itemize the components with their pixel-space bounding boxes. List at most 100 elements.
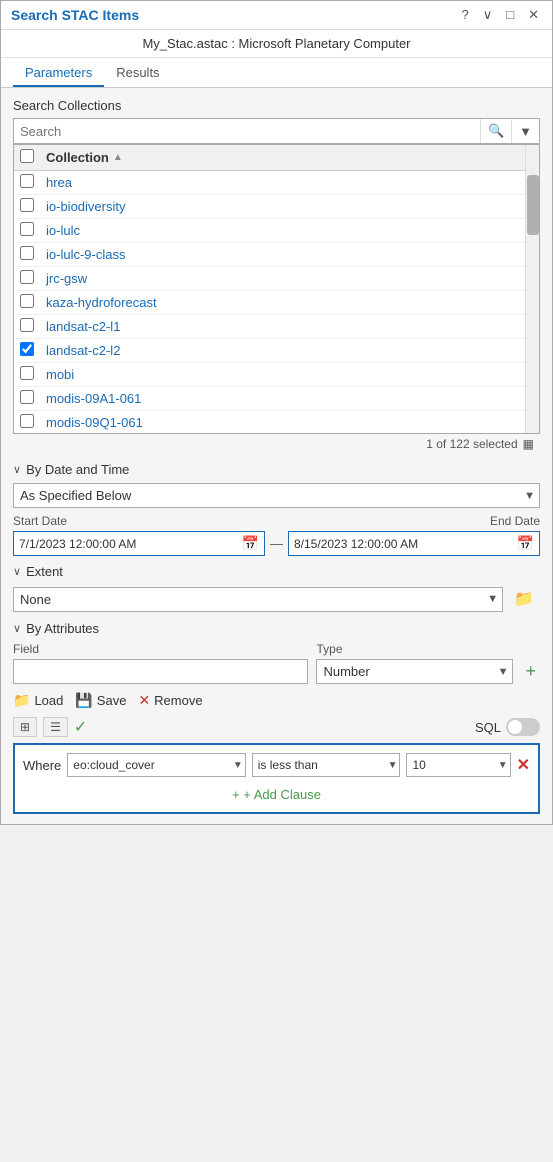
collection-row[interactable]: landsat-c2-l1	[14, 315, 539, 339]
type-group: Type Number String Date ▼	[316, 642, 513, 684]
date-type-row: As Specified Below All Dates Custom ▼	[13, 483, 540, 508]
by-date-section: ∨ By Date and Time As Specified Below Al…	[13, 462, 540, 556]
grid-icon[interactable]: ▦	[523, 437, 534, 451]
end-date-input-wrap: 📅	[288, 531, 540, 556]
sql-toggle-switch[interactable]	[506, 718, 540, 736]
start-date-label: Start Date	[13, 514, 264, 528]
remove-button[interactable]: ✕ Remove	[138, 692, 202, 709]
end-date-label: End Date	[289, 514, 540, 528]
add-attribute-button[interactable]: +	[521, 661, 540, 682]
by-attributes-section: ∨ By Attributes Field Type Number String…	[13, 621, 540, 814]
value-dropdown[interactable]: 10	[406, 753, 510, 777]
field-input[interactable]	[13, 659, 308, 684]
end-date-input[interactable]	[289, 533, 512, 555]
type-label: Type	[316, 642, 513, 656]
collection-column-header[interactable]: Collection ▲	[46, 150, 533, 165]
extent-chevron-icon: ∨	[13, 565, 21, 578]
selected-count-row: 1 of 122 selected ▦	[13, 434, 540, 454]
query-box: Where eo:cloud_cover ▼ is less than is g…	[13, 743, 540, 814]
search-input[interactable]	[14, 120, 480, 143]
where-label: Where	[23, 758, 61, 773]
query-table-icon[interactable]: ⊞	[13, 717, 37, 737]
start-date-calendar-icon[interactable]: 📅	[237, 532, 264, 555]
date-labels-row: Start Date End Date	[13, 514, 540, 528]
window-controls: ? ∨ □ ✕	[458, 7, 542, 23]
collection-checkbox-modis-09a1[interactable]	[20, 390, 34, 404]
extent-dropdown-wrapper: None Current Extent Draw Extent ▼	[13, 587, 503, 612]
collection-checkbox-landsat-c2-l2[interactable]	[20, 342, 34, 356]
collection-checkbox-io-biodiversity[interactable]	[20, 198, 34, 212]
scrollbar[interactable]	[525, 145, 539, 433]
collection-checkbox-jrc-gsw[interactable]	[20, 270, 34, 284]
remove-x-icon: ✕	[138, 692, 150, 709]
tabs-bar: Parameters Results	[1, 58, 552, 88]
main-window: Search STAC Items ? ∨ □ ✕ My_Stac.astac …	[0, 0, 553, 825]
sort-arrow-icon: ▲	[113, 152, 123, 163]
collection-header: Collection ▲	[14, 145, 539, 171]
operator-dropdown[interactable]: is less than is greater than equals	[252, 753, 401, 777]
save-button[interactable]: 💾 Save	[75, 692, 126, 709]
add-clause-icon: +	[232, 787, 240, 802]
help-button[interactable]: ?	[458, 7, 471, 23]
extent-header[interactable]: ∨ Extent	[13, 564, 540, 579]
tab-parameters[interactable]: Parameters	[13, 58, 104, 87]
subtitle: My_Stac.astac : Microsoft Planetary Comp…	[1, 30, 552, 58]
field-group: Field	[13, 642, 308, 684]
query-toolbar: ⊞ ☰ ✓ SQL	[13, 717, 540, 737]
value-dropdown-wrap: 10 ▼	[406, 753, 510, 777]
maximize-button[interactable]: □	[503, 7, 517, 23]
collection-checkbox-kaza-hydroforecast[interactable]	[20, 294, 34, 308]
dropdown-arrow-icon[interactable]: ▼	[511, 120, 539, 143]
field-dropdown[interactable]: eo:cloud_cover	[67, 753, 245, 777]
close-button[interactable]: ✕	[525, 7, 542, 23]
collection-row[interactable]: landsat-c2-l2	[14, 339, 539, 363]
extent-folder-icon[interactable]: 📁	[508, 585, 540, 613]
end-date-calendar-icon[interactable]: 📅	[512, 532, 539, 555]
extent-dropdown[interactable]: None Current Extent Draw Extent	[13, 587, 503, 612]
load-button[interactable]: 📁 Load	[13, 692, 63, 709]
collection-checkbox-hrea[interactable]	[20, 174, 34, 188]
collection-checkbox-mobi[interactable]	[20, 366, 34, 380]
selected-count-text: 1 of 122 selected	[426, 437, 517, 451]
field-label: Field	[13, 642, 308, 656]
load-folder-icon: 📁	[13, 692, 30, 709]
collection-checkbox-io-lulc[interactable]	[20, 222, 34, 236]
collection-row[interactable]: mobi	[14, 363, 539, 387]
by-date-header[interactable]: ∨ By Date and Time	[13, 462, 540, 477]
date-type-dropdown[interactable]: As Specified Below All Dates Custom	[13, 483, 540, 508]
select-all-checkbox[interactable]	[20, 149, 34, 163]
toggle-knob	[508, 720, 522, 734]
type-dropdown[interactable]: Number String Date	[316, 659, 513, 684]
where-clause-row: Where eo:cloud_cover ▼ is less than is g…	[23, 753, 530, 777]
search-icon[interactable]: 🔍	[480, 119, 511, 143]
add-clause-row[interactable]: + + Add Clause	[23, 783, 530, 804]
minimize-button[interactable]: ∨	[480, 7, 496, 23]
field-type-row: Field Type Number String Date ▼ +	[13, 642, 540, 684]
collection-row[interactable]: jrc-gsw	[14, 267, 539, 291]
start-date-input-wrap: 📅	[13, 531, 265, 556]
collection-row[interactable]: kaza-hydroforecast	[14, 291, 539, 315]
collection-checkbox-io-lulc-9-class[interactable]	[20, 246, 34, 260]
collection-checkbox-landsat-c2-l1[interactable]	[20, 318, 34, 332]
collection-row[interactable]: modis-09A1-061	[14, 387, 539, 411]
date-inputs-row: 📅 — 📅	[13, 531, 540, 556]
query-list-icon[interactable]: ☰	[43, 717, 68, 737]
collection-row[interactable]: modis-09Q1-061	[14, 411, 539, 434]
start-date-input[interactable]	[14, 533, 237, 555]
collection-row[interactable]: io-lulc-9-class	[14, 243, 539, 267]
collection-row[interactable]: io-lulc	[14, 219, 539, 243]
collection-search-row: 🔍 ▼	[13, 118, 540, 144]
date-type-dropdown-wrapper: As Specified Below All Dates Custom ▼	[13, 483, 540, 508]
scrollbar-thumb[interactable]	[527, 175, 539, 235]
collection-checkbox-modis-09q1[interactable]	[20, 414, 34, 428]
tab-results[interactable]: Results	[104, 58, 171, 87]
attribute-toolbar: 📁 Load 💾 Save ✕ Remove	[13, 692, 540, 709]
title-bar: Search STAC Items ? ∨ □ ✕	[1, 1, 552, 30]
by-attributes-header[interactable]: ∨ By Attributes	[13, 621, 540, 636]
collection-row[interactable]: io-biodiversity	[14, 195, 539, 219]
content-area: Search Collections 🔍 ▼ Collection ▲ hrea	[1, 88, 552, 824]
verify-query-button[interactable]: ✓	[74, 717, 87, 737]
date-range-dash: —	[270, 536, 283, 551]
collection-row[interactable]: hrea	[14, 171, 539, 195]
remove-clause-button[interactable]: ✕	[517, 755, 530, 775]
